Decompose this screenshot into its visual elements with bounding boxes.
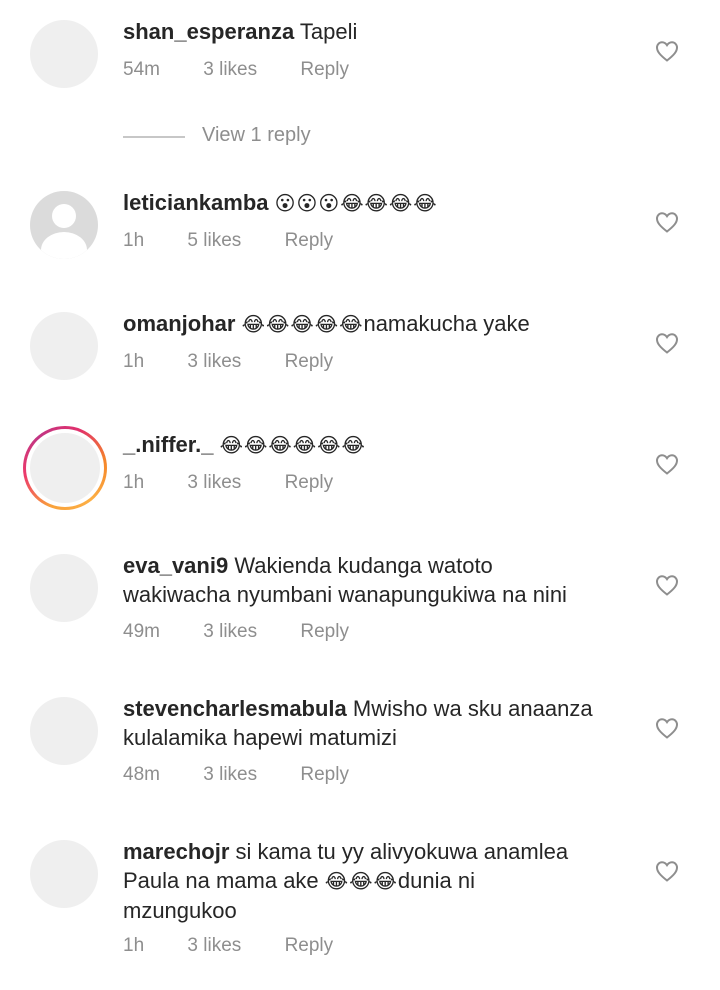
- heart-outline-icon[interactable]: [655, 453, 679, 475]
- comment-time: 1h: [123, 472, 145, 493]
- comment-likes[interactable]: 3 likes: [203, 621, 257, 643]
- comment-text: shan_esperanza Tapeli: [123, 17, 623, 46]
- comment-likes[interactable]: 3 likes: [187, 935, 241, 957]
- comment-body-line3: mzungukoo: [123, 898, 237, 923]
- comment-text: marechojr si kama tu yy alivyokuwa anaml…: [123, 837, 623, 925]
- comment-body-line2: Paula na mama ake: [123, 868, 319, 893]
- comment-username[interactable]: eva_vani9: [123, 553, 228, 578]
- comment-body-line1: Mwisho wa sku anaanza: [352, 696, 593, 721]
- comment-meta: 1h 3 likes Reply: [123, 351, 333, 373]
- comment-username[interactable]: marechojr: [123, 839, 229, 864]
- avatar[interactable]: [30, 840, 98, 908]
- comment-username[interactable]: shan_esperanza: [123, 19, 294, 44]
- comment-body-line1: Wakienda kudanga watoto: [234, 553, 493, 578]
- comment-meta: 1h 5 likes Reply: [123, 230, 333, 252]
- heart-outline-icon[interactable]: [655, 332, 679, 354]
- comment-body-line2: kulalamika hapewi matumizi: [123, 725, 397, 750]
- comment-emoji: 😂😂😂: [324, 869, 398, 893]
- reply-button[interactable]: Reply: [285, 351, 334, 373]
- comment-likes[interactable]: 3 likes: [203, 59, 257, 81]
- view-replies-button[interactable]: View 1 reply: [123, 124, 423, 152]
- reply-button[interactable]: Reply: [300, 621, 349, 643]
- avatar-story-ring[interactable]: [23, 426, 107, 510]
- comment-meta: 54m 3 likes Reply: [123, 59, 349, 81]
- comment-likes[interactable]: 3 likes: [187, 472, 241, 494]
- avatar[interactable]: [30, 312, 98, 380]
- avatar[interactable]: [30, 554, 98, 622]
- comment-time: 54m: [123, 59, 160, 80]
- comment-time: 1h: [123, 935, 145, 956]
- avatar: [30, 433, 100, 503]
- comment-username[interactable]: _.niffer._: [123, 432, 213, 457]
- comment-username[interactable]: omanjohar: [123, 311, 235, 336]
- heart-outline-icon[interactable]: [655, 574, 679, 596]
- comment-meta: 49m 3 likes Reply: [123, 621, 349, 643]
- reply-button[interactable]: Reply: [285, 230, 334, 252]
- replies-divider: [123, 136, 185, 138]
- view-replies-label[interactable]: View 1 reply: [202, 124, 311, 147]
- comment-body-line1: si kama tu yy alivyokuwa anamlea: [235, 839, 569, 864]
- comment-body: namakucha yake: [363, 311, 530, 336]
- comment-time: 48m: [123, 764, 160, 785]
- comment-emoji: 😂😂😂😂😂: [241, 312, 364, 336]
- comment-meta: 48m 3 likes Reply: [123, 764, 349, 786]
- comment-meta: 1h 3 likes Reply: [123, 935, 333, 957]
- comment-body-line2-post: dunia ni: [397, 868, 475, 893]
- reply-button[interactable]: Reply: [300, 59, 349, 81]
- comment-time: 1h: [123, 351, 145, 372]
- comment-text: eva_vani9 Wakienda kudanga watoto wakiwa…: [123, 551, 623, 609]
- comment-body: Tapeli: [299, 19, 358, 44]
- comment-body-line2: wakiwacha nyumbani wanapungukiwa na nini: [123, 582, 567, 607]
- comment-text: stevencharlesmabula Mwisho wa sku anaanz…: [123, 694, 623, 752]
- heart-outline-icon[interactable]: [655, 211, 679, 233]
- comment-likes[interactable]: 3 likes: [187, 351, 241, 373]
- heart-outline-icon[interactable]: [655, 717, 679, 739]
- comment-username[interactable]: stevencharlesmabula: [123, 696, 347, 721]
- comment-likes[interactable]: 5 likes: [187, 230, 241, 252]
- comment-time: 49m: [123, 621, 160, 642]
- default-avatar-icon[interactable]: [30, 191, 98, 259]
- comment-username[interactable]: leticiankamba: [123, 190, 269, 215]
- comment-text: _.niffer._ 😂😂😂😂😂😂: [123, 430, 623, 460]
- comment-likes[interactable]: 3 likes: [203, 764, 257, 786]
- heart-outline-icon[interactable]: [655, 860, 679, 882]
- reply-button[interactable]: Reply: [285, 472, 334, 494]
- reply-button[interactable]: Reply: [300, 764, 349, 786]
- comment-text: omanjohar 😂😂😂😂😂namakucha yake: [123, 309, 623, 339]
- heart-outline-icon[interactable]: [655, 40, 679, 62]
- comment-time: 1h: [123, 230, 145, 251]
- comment-text: leticiankamba 😮😮😮😂😂😂😂: [123, 188, 623, 218]
- reply-button[interactable]: Reply: [285, 935, 334, 957]
- avatar[interactable]: [30, 697, 98, 765]
- comment-emoji: 😂😂😂😂😂😂: [219, 433, 366, 457]
- comment-meta: 1h 3 likes Reply: [123, 472, 333, 494]
- comment-emoji: 😮😮😮😂😂😂😂: [274, 191, 438, 215]
- avatar[interactable]: [30, 20, 98, 88]
